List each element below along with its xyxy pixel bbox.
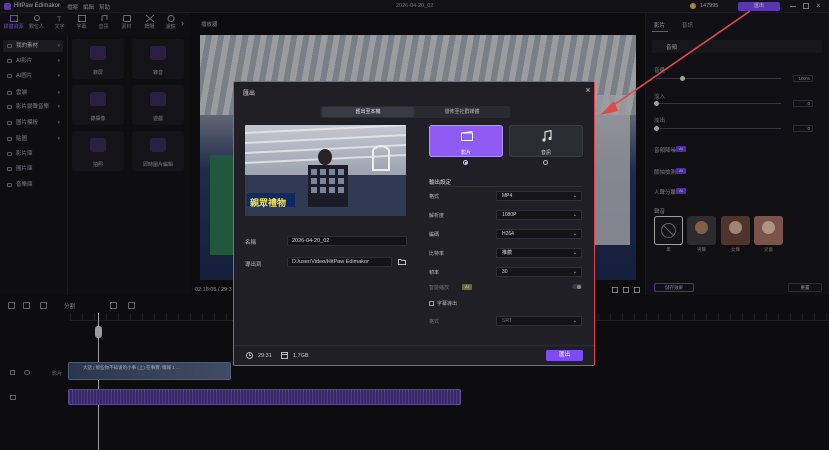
toggle-knob xyxy=(577,284,581,289)
export-duration: 29:31 xyxy=(258,353,272,359)
chevron-down-icon: ⌄ xyxy=(572,212,577,218)
bitrate-setting-label: 比特率 xyxy=(429,251,445,257)
format-audio-radio[interactable] xyxy=(543,160,548,165)
export-to-label: 導出到 xyxy=(245,262,262,268)
framerate-setting-label: 幀率 xyxy=(429,270,440,276)
tab-export-local[interactable]: 匯出至本機 xyxy=(322,107,414,117)
resolution-select-value: 1080P xyxy=(502,212,517,218)
codec-setting-label: 編碼 xyxy=(429,232,440,238)
chevron-down-icon: ⌄ xyxy=(572,193,577,199)
framerate-select[interactable]: 30 ⌄ xyxy=(496,267,582,277)
format-video-option[interactable]: 影片 xyxy=(429,125,503,157)
export-thumbnail: 親眾禮物 xyxy=(245,125,406,216)
annotation-arrow xyxy=(600,10,751,115)
bitrate-select-value: 推薦 xyxy=(502,250,513,256)
name-label: 名稱 xyxy=(245,240,257,246)
tab-export-social[interactable]: 發佈至社群媒體 xyxy=(416,107,508,117)
format-setting-label: 格式 xyxy=(429,194,440,200)
dialog-footer: 29:31 1.7GB xyxy=(234,345,594,365)
smart-scale-toggle[interactable] xyxy=(572,284,582,289)
thumbnail-caption: 親眾禮物 xyxy=(250,198,287,208)
export-dialog: 匯出 × 匯出至本機 發佈至社群媒體 親眾禮物 名稱 2026-04-20_02… xyxy=(233,81,595,366)
bitrate-select[interactable]: 推薦 ⌄ xyxy=(496,248,582,258)
subtitle-format-label: 格式 xyxy=(429,319,440,325)
video-format-icon xyxy=(461,131,473,141)
codec-select[interactable]: H264 ⌄ xyxy=(496,229,582,239)
resolution-setting-label: 解析度 xyxy=(429,213,445,219)
folder-icon[interactable] xyxy=(398,259,406,265)
format-audio-label: 音訊 xyxy=(540,150,551,156)
name-input[interactable]: 2026-04-20_02 xyxy=(287,236,407,246)
ai-badge: AI xyxy=(462,284,472,290)
dialog-title: 匯出 xyxy=(243,91,256,97)
music-note-icon xyxy=(542,130,552,142)
settings-title: 輸出設定 xyxy=(429,180,452,186)
codec-select-value: H264 xyxy=(502,231,514,237)
subtitle-export-checkbox[interactable] xyxy=(429,301,434,306)
export-tabs: 匯出至本機 發佈至社群媒體 xyxy=(320,106,510,118)
smart-scale-label: 智能縮放 xyxy=(429,285,450,291)
subtitle-format-value: SRT xyxy=(502,318,512,324)
subtitle-format-select[interactable]: SRT ⌄ xyxy=(496,316,582,326)
resolution-select[interactable]: 1080P ⌄ xyxy=(496,210,582,220)
chevron-down-icon: ⌄ xyxy=(572,231,577,237)
file-size-icon xyxy=(281,352,288,359)
export-path-input[interactable]: D:/user/Video/HitPaw Edimakor xyxy=(287,257,392,267)
chevron-down-icon: ⌄ xyxy=(572,318,577,324)
chevron-down-icon: ⌄ xyxy=(572,250,577,256)
format-video-radio[interactable] xyxy=(463,160,468,165)
format-select[interactable]: MP4 ⌄ xyxy=(496,191,582,201)
format-select-value: MP4 xyxy=(502,193,513,199)
settings-divider xyxy=(429,186,582,187)
export-file-size: 1.7GB xyxy=(293,353,309,359)
framerate-select-value: 30 xyxy=(502,269,508,275)
chevron-down-icon: ⌄ xyxy=(572,269,577,275)
radio-dot xyxy=(465,162,467,164)
format-video-label: 影片 xyxy=(460,150,471,156)
format-audio-option[interactable]: 音訊 xyxy=(509,125,583,157)
dialog-close-icon[interactable]: × xyxy=(583,85,593,95)
export-button[interactable]: 匯出 xyxy=(546,350,583,361)
subtitle-export-label: 字幕導出 xyxy=(437,301,458,307)
clock-icon xyxy=(246,352,253,359)
